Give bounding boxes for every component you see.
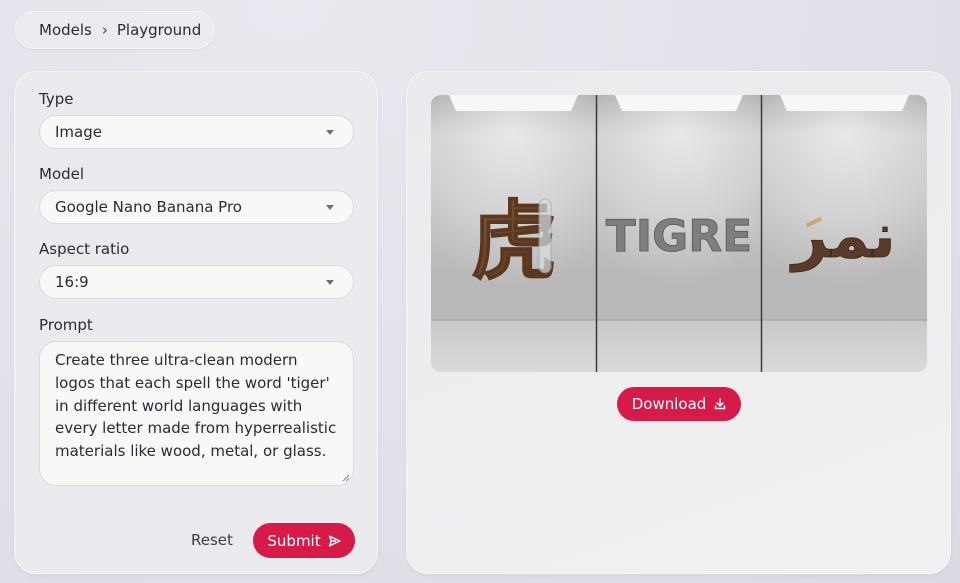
- type-select[interactable]: Image: [39, 115, 354, 149]
- settings-panel: Type Image Model Google Nano Banana Pro …: [14, 71, 378, 574]
- download-button[interactable]: Download: [617, 387, 741, 421]
- caret-down-icon: [326, 280, 334, 285]
- caret-down-icon: [326, 205, 334, 210]
- breadcrumb: Models › Playground: [15, 11, 215, 49]
- generated-image: 虎 TIGRE نمر: [431, 95, 927, 372]
- model-label: Model: [39, 165, 85, 183]
- prompt-label: Prompt: [39, 316, 93, 334]
- caret-down-icon: [326, 130, 334, 135]
- submit-button[interactable]: Submit: [253, 523, 355, 558]
- send-icon: [328, 534, 341, 547]
- download-button-label: Download: [631, 395, 707, 413]
- breadcrumb-current: Playground: [116, 21, 202, 39]
- download-icon: [715, 398, 726, 410]
- submit-button-label: Submit: [267, 531, 321, 550]
- aspect-ratio-select[interactable]: 16:9: [39, 265, 354, 299]
- type-select-value: Image: [55, 123, 102, 141]
- prompt-textarea[interactable]: Create three ultra-clean modern logos th…: [39, 341, 354, 486]
- resize-grip-icon[interactable]: [342, 474, 350, 482]
- chevron-right-icon: ›: [101, 21, 108, 39]
- model-select-value: Google Nano Banana Pro: [55, 198, 242, 216]
- reset-button[interactable]: Reset: [191, 531, 233, 549]
- breadcrumb-models-link[interactable]: Models: [39, 21, 92, 39]
- type-label: Type: [39, 90, 74, 108]
- aspect-ratio-label: Aspect ratio: [39, 240, 130, 258]
- model-select[interactable]: Google Nano Banana Pro: [39, 190, 354, 224]
- panel-text-2: TIGRE: [606, 211, 752, 262]
- panel-text-3: نمر: [789, 199, 895, 272]
- prompt-text: Create three ultra-clean modern logos th…: [55, 351, 337, 461]
- generated-image-canvas: 虎 TIGRE نمر: [431, 95, 927, 372]
- result-panel: 虎 TIGRE نمر Download: [406, 71, 951, 574]
- aspect-ratio-select-value: 16:9: [55, 273, 89, 291]
